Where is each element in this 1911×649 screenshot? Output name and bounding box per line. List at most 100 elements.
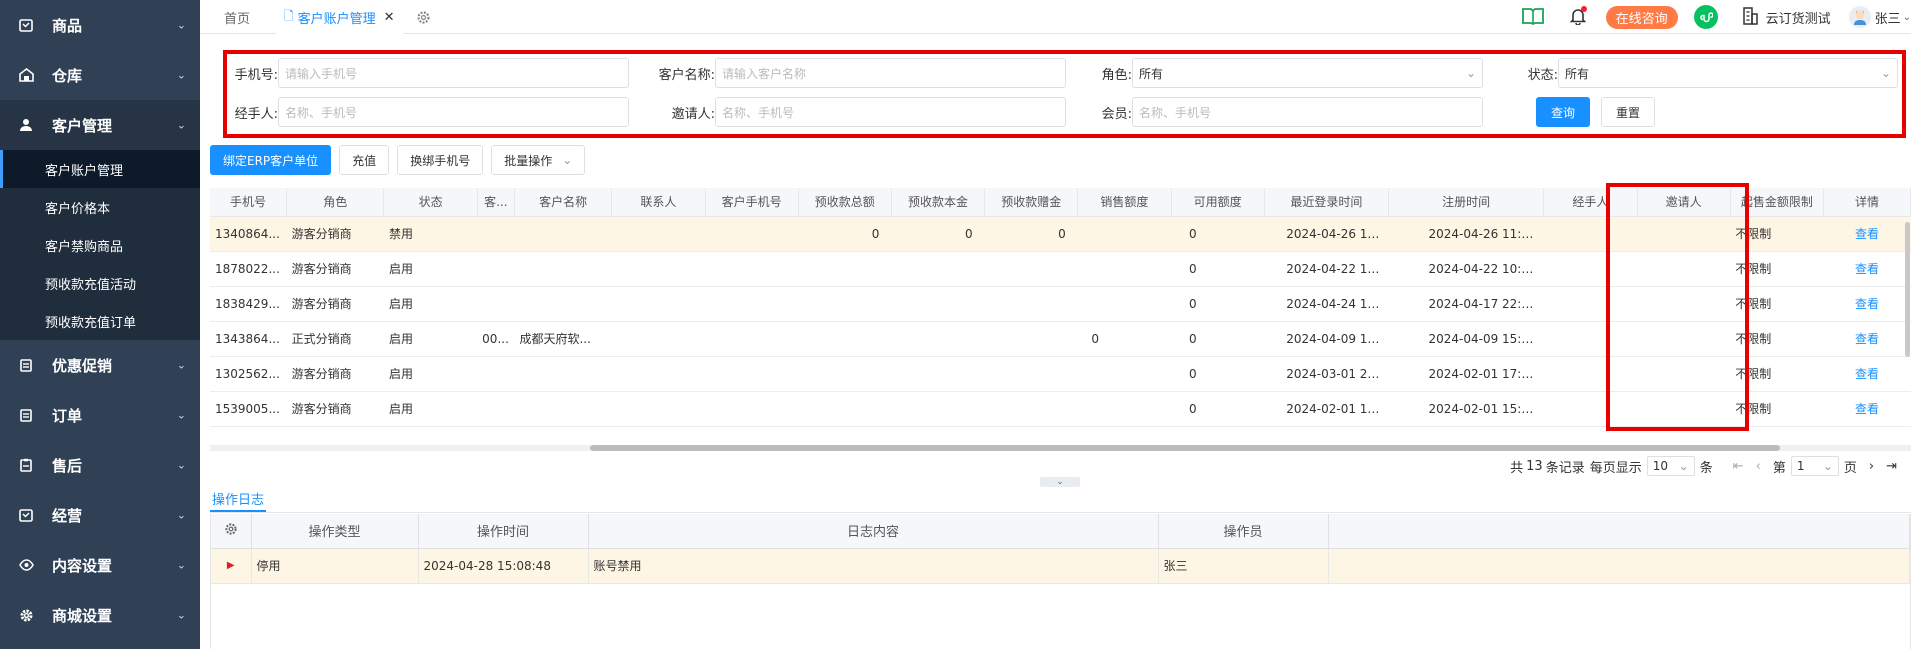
nav-aftersale[interactable]: 售后 ⌄: [0, 440, 200, 490]
sidebar-item-customer-price[interactable]: 客户价格本: [0, 188, 200, 226]
column-header[interactable]: 预收款总额: [798, 188, 892, 217]
gear-icon: [18, 607, 34, 623]
tab-customer-account[interactable]: 🗋 客户账户管理 ✕: [276, 0, 403, 34]
cell-avail: 0: [1171, 321, 1265, 357]
column-header[interactable]: 最近登录时间: [1264, 188, 1389, 217]
first-page-icon[interactable]: ⇤: [1733, 459, 1744, 474]
column-header[interactable]: 详情: [1823, 188, 1911, 217]
cell-sales: [1077, 286, 1172, 322]
tab-operation-log[interactable]: 操作日志: [210, 487, 267, 512]
cell-avail: 0: [1171, 391, 1265, 427]
user-icon: [18, 117, 34, 133]
handler-input[interactable]: 名称、手机号: [278, 97, 629, 127]
cell-avail: 0: [1171, 251, 1265, 287]
sidebar-item-prepay-activity[interactable]: 预收款充值活动: [0, 264, 200, 302]
filter-inviter: 邀请人: 名称、手机号: [648, 97, 1066, 127]
avatar[interactable]: [1848, 6, 1871, 28]
close-icon[interactable]: ✕: [384, 10, 395, 25]
log-header-row: 操作类型 操作时间 日志内容 操作员: [211, 514, 1910, 549]
column-header[interactable]: 销售额度: [1077, 188, 1172, 217]
column-header[interactable]: 可用额度: [1171, 188, 1265, 217]
column-header[interactable]: 状态: [383, 188, 478, 217]
column-header[interactable]: 联系人: [611, 188, 706, 217]
column-header[interactable]: 操作员: [1158, 514, 1329, 549]
status-select[interactable]: 所有 ⌄: [1558, 58, 1898, 88]
reset-button[interactable]: 重置: [1601, 97, 1655, 127]
cell-gift: [984, 321, 1078, 357]
chevron-down-icon: ⌄: [1880, 66, 1891, 80]
column-header[interactable]: 客户名称: [514, 188, 613, 217]
bind-erp-button[interactable]: 绑定ERP客户单位: [210, 145, 332, 175]
chevron-down-icon: ⌄: [176, 118, 186, 132]
column-header[interactable]: 操作类型: [251, 514, 419, 549]
nav-business[interactable]: 经营 ⌄: [0, 490, 200, 540]
cell-detail[interactable]: 查看: [1823, 321, 1911, 357]
inviter-input[interactable]: 名称、手机号: [715, 97, 1066, 127]
cell-name: [514, 251, 612, 287]
cell-detail[interactable]: 查看: [1823, 216, 1911, 252]
sidebar-item-prepay-order[interactable]: 预收款充值订单: [0, 302, 200, 340]
nav-content[interactable]: 内容设置 ⌄: [0, 540, 200, 590]
user-name[interactable]: 张三: [1875, 8, 1901, 27]
cell-name: [514, 356, 612, 392]
cell-status: 启用: [383, 321, 478, 357]
phone-input[interactable]: 请输入手机号: [278, 58, 629, 88]
rebind-phone-button[interactable]: 换绑手机号: [397, 145, 484, 175]
online-consult-button[interactable]: 在线咨询: [1605, 5, 1678, 29]
tab-settings-gear[interactable]: [416, 0, 431, 34]
role-select[interactable]: 所有 ⌄: [1132, 58, 1483, 88]
cell-detail[interactable]: 查看: [1823, 251, 1911, 287]
nav-product[interactable]: 商品 ⌄: [0, 0, 200, 50]
last-page-icon[interactable]: ⇥: [1886, 459, 1897, 474]
cell-detail[interactable]: 查看: [1823, 286, 1911, 322]
page-number-select[interactable]: 1 ⌄: [1790, 456, 1839, 476]
cell-total: [798, 321, 892, 357]
query-button[interactable]: 查询: [1536, 97, 1590, 127]
page-size-select[interactable]: 10 ⌄: [1646, 456, 1695, 476]
column-header[interactable]: 日志内容: [588, 514, 1159, 549]
nav-mall-settings-label: 商城设置: [52, 606, 113, 625]
recharge-button[interactable]: 充值: [339, 145, 390, 175]
next-page-icon[interactable]: ›: [1869, 459, 1874, 474]
tab-home[interactable]: 首页: [224, 0, 250, 34]
nav-promo[interactable]: 优惠促销 ⌄: [0, 340, 200, 390]
column-header[interactable]: 预收款本金: [891, 188, 986, 217]
cell-last-login: 2024-03-01 20:39:01: [1264, 356, 1389, 392]
bell-icon[interactable]: [1569, 5, 1587, 28]
column-header[interactable]: 预收款赠金: [984, 188, 1079, 217]
nav-warehouse-label: 仓库: [52, 66, 83, 85]
column-header[interactable]: 客户手机号: [705, 188, 799, 217]
nav-order[interactable]: 订单 ⌄: [0, 390, 200, 440]
miniprogram-icon[interactable]: [1693, 5, 1718, 29]
cell-detail[interactable]: 查看: [1823, 391, 1911, 427]
prev-page-icon[interactable]: ‹: [1756, 459, 1761, 474]
cell-detail[interactable]: 查看: [1823, 356, 1911, 392]
cell-sales: [1077, 216, 1172, 252]
vertical-scrollbar[interactable]: [1905, 222, 1910, 357]
column-header[interactable]: 注册时间: [1388, 188, 1545, 217]
horizontal-scrollbar[interactable]: [210, 445, 1911, 451]
cell-cphone: [705, 391, 799, 427]
nav-customer-label: 客户管理: [52, 116, 113, 135]
nav-customer[interactable]: 客户管理 ⌄: [0, 100, 200, 150]
column-header[interactable]: 角色: [286, 188, 385, 217]
column-header[interactable]: 操作时间: [418, 514, 589, 549]
batch-operation-dropdown[interactable]: 批量操作 ⌄: [491, 145, 586, 175]
column-header[interactable]: 手机号: [210, 188, 288, 217]
customer-name-input[interactable]: 请输入客户名称: [715, 58, 1066, 88]
chevron-down-icon: ⌄: [176, 608, 186, 622]
sidebar-item-customer-account[interactable]: 客户账户管理: [0, 150, 200, 188]
log-settings[interactable]: [211, 514, 252, 549]
book-icon[interactable]: [1521, 7, 1544, 28]
chevron-down-icon[interactable]: ⌄: [1903, 12, 1911, 23]
nav-order-label: 订单: [52, 406, 83, 425]
nav-mall-settings[interactable]: 商城设置 ⌄: [0, 590, 200, 640]
column-header[interactable]: 客...: [477, 188, 515, 217]
cell-code: [477, 286, 515, 322]
panel-splitter[interactable]: ⌄: [1040, 477, 1080, 487]
nav-warehouse[interactable]: 仓库 ⌄: [0, 50, 200, 100]
sidebar-item-customer-ban[interactable]: 客户禁购商品: [0, 226, 200, 264]
member-input[interactable]: 名称、手机号: [1132, 97, 1483, 127]
log-row[interactable]: ▶ 停用 2024-04-28 15:08:48 账号禁用 张三: [211, 548, 1910, 584]
scrollbar-thumb[interactable]: [590, 445, 1780, 451]
